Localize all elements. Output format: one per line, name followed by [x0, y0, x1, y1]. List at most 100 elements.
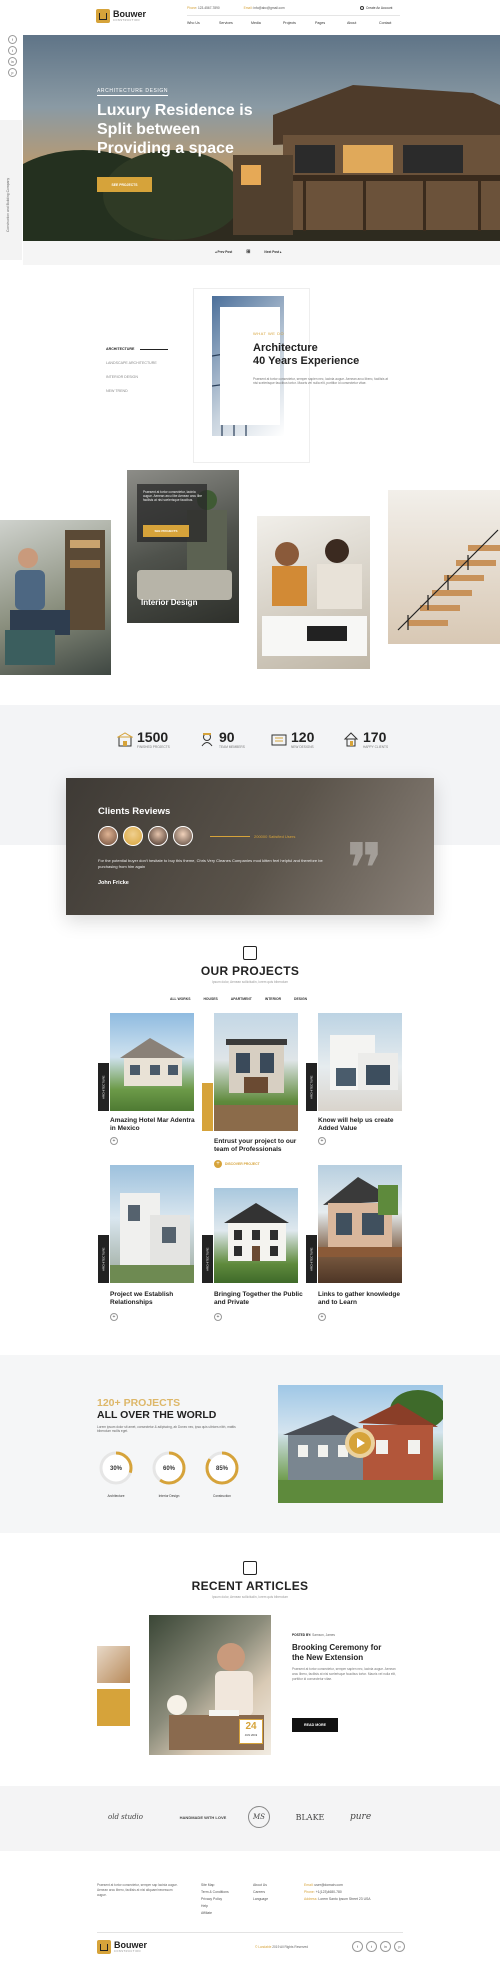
project-add-button[interactable]: + [214, 1313, 222, 1321]
gallery-image-stairs[interactable] [388, 490, 500, 644]
footer-link[interactable]: Help [201, 1903, 229, 1910]
read-more-button[interactable]: READ MORE [292, 1718, 338, 1732]
project-add-button[interactable]: + [110, 1137, 118, 1145]
filter-houses[interactable]: HOUSES [203, 997, 217, 1001]
brand-logo[interactable]: pure [350, 1812, 396, 1822]
stat-label: NEW DESIGNS [291, 745, 314, 749]
logo[interactable]: Bouwer CONSTRUCTION [96, 9, 146, 23]
side-strip [0, 120, 22, 260]
footer-link[interactable]: Affiliate [201, 1910, 229, 1917]
linkedin-icon[interactable]: in [8, 57, 17, 66]
stat-item: 170 HAPPY CLIENTS [343, 729, 415, 749]
play-button[interactable] [345, 1428, 375, 1458]
about-menu-item[interactable]: LANDSCAPE ARCHITECTURE [106, 356, 168, 370]
progress-item: 30% Architecture [97, 1449, 135, 1498]
nav-item[interactable]: Services [219, 21, 251, 25]
discover-project-link[interactable]: + DISCOVER PROJECT [214, 1160, 260, 1168]
project-title[interactable]: Entrust your project to our team of Prof… [214, 1138, 304, 1153]
facebook-icon[interactable]: f [8, 35, 17, 44]
play-icon [357, 1438, 365, 1448]
filter-design[interactable]: DESIGN [294, 997, 307, 1001]
nav-item[interactable]: Who Us [187, 21, 219, 25]
project-title[interactable]: Bringing Together the Public and Private [214, 1291, 304, 1306]
twitter-icon[interactable]: t [8, 46, 17, 55]
linkedin-icon[interactable]: in [380, 1941, 391, 1952]
building-icon [117, 732, 133, 747]
footer-link[interactable]: Careers [253, 1889, 268, 1896]
footer-link[interactable]: Language [253, 1896, 268, 1903]
gallery-image-reading[interactable] [0, 520, 111, 675]
project-add-button[interactable]: + [110, 1313, 118, 1321]
nav-item[interactable]: Media [251, 21, 283, 25]
nav-item[interactable]: About [347, 21, 379, 25]
article-thumb-active[interactable] [97, 1689, 130, 1726]
facebook-icon[interactable]: f [352, 1941, 363, 1952]
footer-link[interactable]: Term & Conditions [201, 1889, 229, 1896]
project-image[interactable] [110, 1165, 194, 1283]
nav-item[interactable]: Pages [315, 21, 347, 25]
project-title[interactable]: Know will help us create Added Value [318, 1117, 408, 1132]
about-menu-item-active[interactable]: ARCHITECTURE [106, 342, 169, 356]
interior-card-text: Praesent at tortor consectetur, lacinia … [143, 490, 203, 502]
nav-item[interactable]: Projects [283, 21, 315, 25]
brand-logo[interactable]: old studio [108, 1813, 158, 1821]
avatar[interactable] [173, 826, 193, 846]
header-phone[interactable]: 123-4567-7890 [198, 6, 220, 10]
project-title[interactable]: Links to gather knowledge and to Learn [318, 1291, 408, 1306]
pinterest-icon[interactable]: p [8, 68, 17, 77]
article-image[interactable]: 24 JUN 2019 [149, 1615, 271, 1755]
interior-card-button[interactable]: SEE PROJECTS [143, 525, 189, 537]
avatar[interactable] [98, 826, 118, 846]
project-image[interactable] [318, 1165, 402, 1283]
hero-projects-button[interactable]: SEE PROJECTS [97, 177, 152, 192]
article-title[interactable]: Brooking Ceremony for the New Extension [292, 1643, 381, 1663]
project-add-button[interactable]: + [318, 1137, 326, 1145]
progress-ring: 30% [99, 1451, 133, 1485]
brand-logo[interactable]: MS [248, 1806, 270, 1828]
gallery-interior-card[interactable]: Praesent at tortor consectetur, lacinia … [127, 470, 239, 623]
twitter-icon[interactable]: t [366, 1941, 377, 1952]
grid-icon[interactable]: ⊞ [246, 250, 250, 255]
footer-logo[interactable]: Bouwer CONSTRUCTION [97, 1940, 147, 1954]
nav-item[interactable]: Contact [379, 21, 411, 25]
interior-card-title: Interior Design [141, 598, 198, 607]
footer-link[interactable]: About Us [253, 1882, 268, 1889]
account-link[interactable]: Create An Account [360, 6, 392, 10]
prev-post-link[interactable]: ◂ Prev Post [215, 250, 232, 254]
avatar[interactable] [148, 826, 168, 846]
gallery-image-team[interactable] [257, 516, 370, 669]
footer-link[interactable]: Site Map [201, 1882, 229, 1889]
about-menu-item[interactable]: INTERIOR DESIGN [106, 370, 168, 384]
brand-logo[interactable]: BLAKE [290, 1813, 330, 1822]
filter-interior[interactable]: INTERIOR [265, 997, 281, 1001]
copyright-brand[interactable]: © Landable [255, 1945, 271, 1949]
project-image[interactable] [214, 1013, 298, 1131]
footer-social: f t in p [352, 1941, 405, 1952]
top-contact: Phone: 123-4567-7890 Email: info@abc@gma… [187, 6, 285, 10]
project-add-button[interactable]: + [318, 1313, 326, 1321]
video-thumbnail[interactable] [278, 1385, 446, 1503]
project-title[interactable]: Amazing Hotel Mar Adentra in Mexico [110, 1117, 200, 1132]
project-image[interactable] [214, 1188, 298, 1283]
progress-item: 60% Interior Design [150, 1449, 188, 1498]
filter-all[interactable]: ALL WORKS [170, 997, 190, 1001]
reviews-card: Clients Reviews 200000 Satisfied Users F… [66, 778, 434, 915]
article-thumb[interactable] [97, 1646, 130, 1683]
posted-by-author[interactable]: Samson, James [312, 1633, 335, 1637]
filter-apartment[interactable]: APARTMENT [231, 997, 252, 1001]
project-title[interactable]: Project we Establish Relationships [110, 1291, 200, 1306]
project-image[interactable] [318, 1013, 402, 1111]
footer-phone[interactable]: +1(123)4680-780 [316, 1890, 342, 1894]
date-day: 24 [245, 1721, 257, 1732]
header-email[interactable]: info@abc@gmail.com [253, 6, 284, 10]
pinterest-icon[interactable]: p [394, 1941, 405, 1952]
avatar[interactable] [123, 826, 143, 846]
brand-logo[interactable]: HANDMADE WITH LOVE [178, 1815, 228, 1820]
world-title-line: 120+ PROJECTS [97, 1397, 181, 1409]
footer-email[interactable]: user@domain.com [314, 1883, 343, 1887]
about-menu-item[interactable]: NEW TREND [106, 384, 168, 398]
prev-label: Prev Post [217, 250, 233, 254]
next-post-link[interactable]: Next Post ▸ [264, 250, 281, 254]
project-image[interactable] [110, 1013, 194, 1111]
footer-link[interactable]: Privacy Policy [201, 1896, 229, 1903]
